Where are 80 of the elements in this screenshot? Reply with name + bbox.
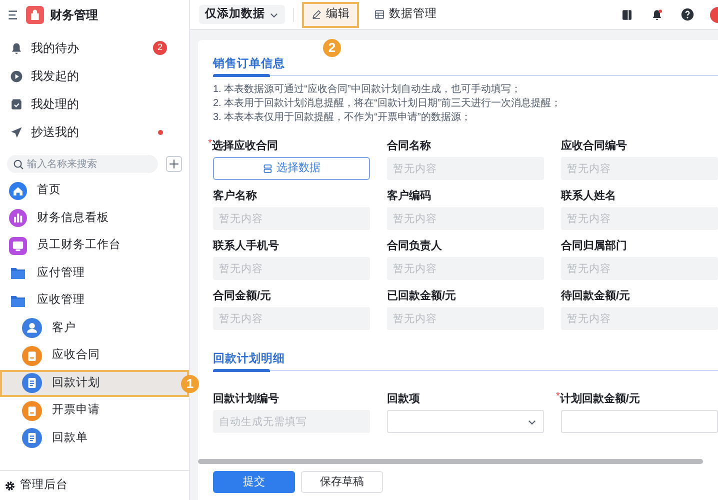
nav-item[interactable]: 应收合同 [0,342,189,370]
select-data-button[interactable]: 选择数据 [213,157,370,180]
submit-button[interactable]: 提交 [213,471,295,493]
plus-icon [169,159,179,169]
bell-icon [651,8,663,20]
home-icon [9,182,27,200]
readonly-field[interactable]: 自动生成无需填写 [213,410,370,433]
required-mark: * [556,392,560,402]
toolbar-tab[interactable]: 数据管理 [365,2,446,28]
readonly-field[interactable]: 暂无内容 [387,307,544,330]
nav-item[interactable]: 员工财务工作台 [0,232,189,260]
field-label: 合同名称 [387,139,431,153]
nav-item[interactable]: 回款单 [0,424,189,452]
quick-nav-item[interactable]: 我的待办 2 [0,34,189,62]
dropdown-field[interactable] [387,410,544,433]
field-label: 客户名称 [213,189,257,203]
field-label: 应收合同编号 [561,139,627,153]
readonly-field[interactable]: 暂无内容 [387,207,544,230]
nav-item[interactable]: 客户 [0,314,189,342]
help-icon [681,8,694,21]
table-icon [374,9,385,20]
folder-icon [9,265,27,282]
gear-icon [4,480,16,492]
monitor-icon [9,236,27,255]
field-label: 联系人姓名 [561,189,616,203]
bar-chart-icon [9,209,27,228]
nav-item[interactable]: 首页 [0,177,189,204]
readonly-field[interactable]: 暂无内容 [561,157,718,180]
bell-icon [10,42,23,54]
readonly-field[interactable]: 暂无内容 [387,157,544,180]
add-button[interactable] [166,156,182,172]
field-label: 回款计划编号 [213,392,279,406]
app-title: 财务管理 [50,7,98,24]
admin-link[interactable]: 管理后台 [0,470,189,500]
pencil-icon [311,9,322,20]
section-title: 回款计划明细 [213,351,286,367]
field-label: 合同负责人 [387,239,442,253]
readonly-field[interactable]: 暂无内容 [387,257,544,280]
section-title: 销售订单信息 [213,56,286,72]
field-label: 回款项 [387,392,420,406]
search-icon [13,159,24,170]
database-icon [262,164,272,174]
app-logo-icon [26,6,44,24]
field-label: 合同归属部门 [561,239,627,253]
quick-nav-item[interactable]: 我处理的 [0,90,189,118]
readonly-field[interactable]: 暂无内容 [213,307,370,330]
note-text: 3. 本表本表仅用于回款提醒，不作为“开票申请”的数据源； [213,111,472,125]
horizontal-scrollbar[interactable] [198,459,703,464]
field-label: 选择应收合同 [212,140,278,153]
readonly-field[interactable]: 暂无内容 [561,307,718,330]
nav-item[interactable]: 开票申请 [0,397,189,424]
readonly-field[interactable]: 暂无内容 [213,207,370,230]
field-label: 已回款金额/元 [387,289,456,303]
tray-check-icon [10,98,23,110]
menu-icon [8,9,20,21]
field-label: 计划回款金额/元 [560,392,640,406]
field-label: 合同金额/元 [213,289,272,303]
paper-plane-icon [10,126,23,138]
play-icon [10,70,23,82]
search-field[interactable]: 输入名称来搜索 [7,155,158,173]
toolbar-tab[interactable]: 编辑 [302,2,359,28]
input-field[interactable] [561,410,718,433]
nav-item[interactable]: 应付管理 [0,260,189,287]
field-label: 待回款金额/元 [561,289,630,303]
quick-nav-item[interactable]: 抄送我的 [0,118,189,146]
book-icon [621,8,633,20]
field-label: 联系人手机号 [213,239,279,253]
mode-dropdown[interactable]: 仅添加数据 [199,5,285,24]
note-text: 2. 本表用于回款计划消息提醒，将在“回款计划日期”前三天进行一次消息提醒； [213,97,562,111]
field-label: 客户编码 [387,189,431,203]
nav-item[interactable]: 应收管理 [0,287,189,314]
save-draft-button[interactable]: 保存草稿 [301,471,383,493]
nav-item[interactable]: 财务信息看板 [0,204,189,232]
readonly-field[interactable]: 暂无内容 [213,257,370,280]
readonly-field[interactable]: 暂无内容 [561,257,718,280]
note-text: 1. 本表数据源可通过“应收合同”中回款计划自动生成，也可手动填写； [213,83,522,97]
count-badge: 2 [153,41,167,55]
quick-nav-item[interactable]: 我发起的 [0,62,189,90]
required-mark: * [208,139,212,149]
readonly-field[interactable]: 暂无内容 [561,207,718,230]
